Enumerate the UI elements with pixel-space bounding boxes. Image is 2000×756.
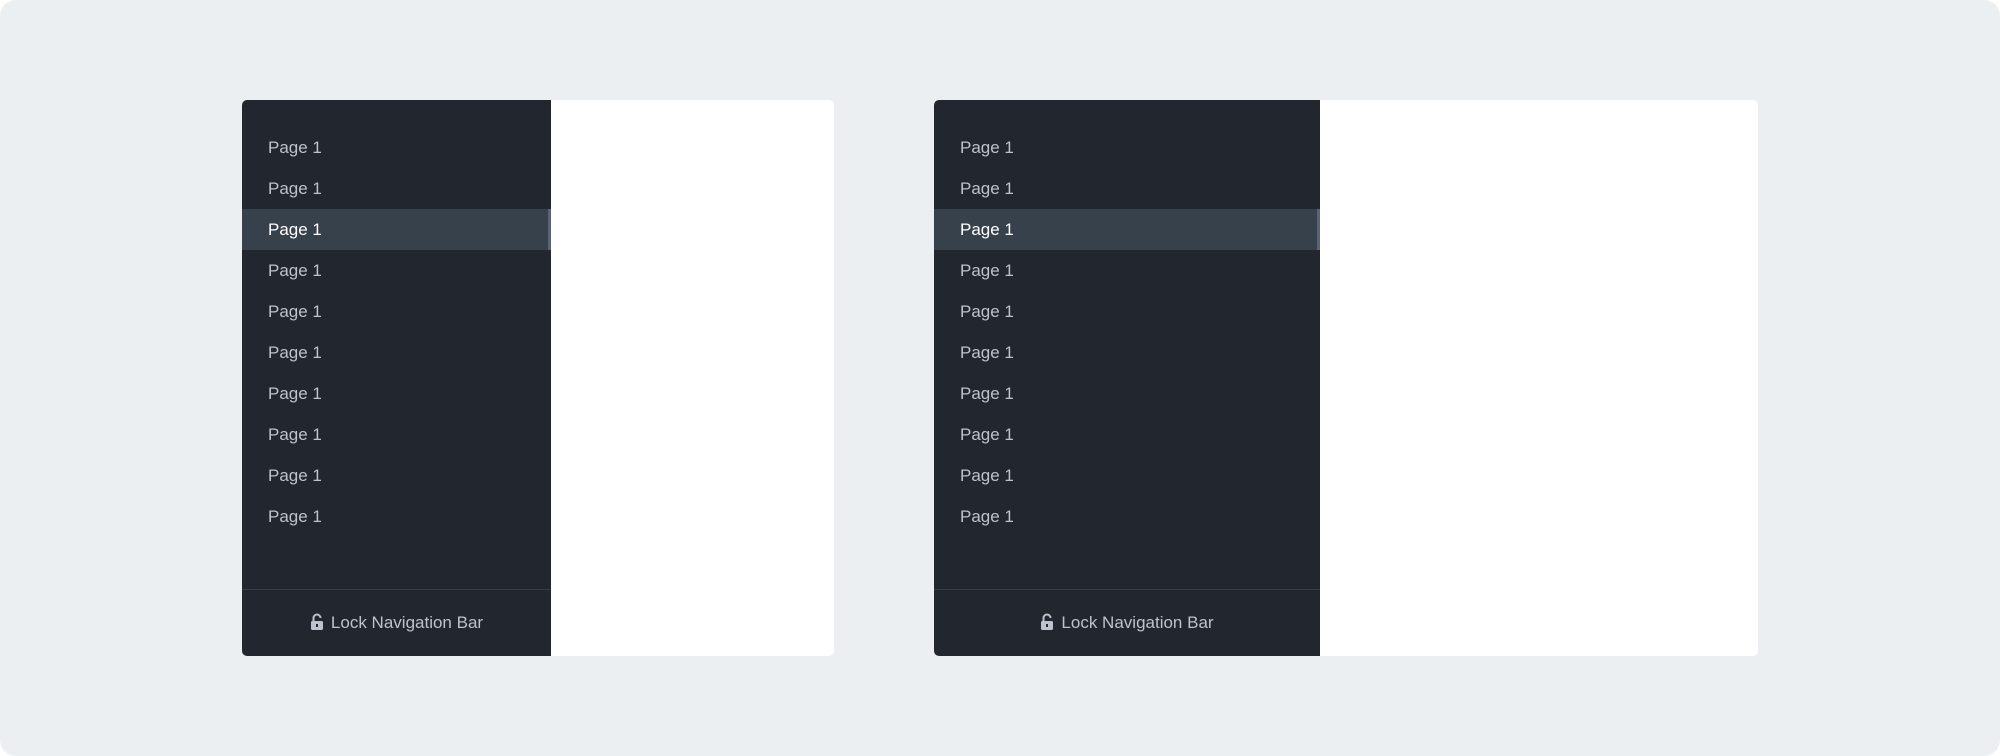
nav-item[interactable]: Page 1 <box>934 455 1320 496</box>
nav-item[interactable]: Page 1 <box>242 127 551 168</box>
unlock-icon <box>310 613 324 631</box>
nav-item[interactable]: Page 1 <box>242 168 551 209</box>
nav-item[interactable]: Page 1 <box>242 250 551 291</box>
nav-item[interactable]: Page 1 <box>934 168 1320 209</box>
lock-navigation-label: Lock Navigation Bar <box>1061 613 1214 632</box>
nav-item[interactable]: Page 1 <box>934 127 1320 168</box>
nav-item[interactable]: Page 1 <box>242 496 551 537</box>
nav-item[interactable]: Page 1 <box>934 496 1320 537</box>
nav-list: Page 1 Page 1 Page 1 Page 1 Page 1 Page … <box>934 127 1320 537</box>
nav-item[interactable]: Page 1 <box>242 414 551 455</box>
nav-item[interactable]: Page 1 <box>242 332 551 373</box>
nav-item-active[interactable]: Page 1 <box>242 209 551 250</box>
navigation-sidebar: Page 1 Page 1 Page 1 Page 1 Page 1 Page … <box>934 100 1320 656</box>
nav-item[interactable]: Page 1 <box>934 332 1320 373</box>
nav-list: Page 1 Page 1 Page 1 Page 1 Page 1 Page … <box>242 127 551 537</box>
nav-item[interactable]: Page 1 <box>934 373 1320 414</box>
lock-navigation-label: Lock Navigation Bar <box>330 613 484 632</box>
unlock-icon <box>1040 613 1054 631</box>
app-frame-wide: Page 1 Page 1 Page 1 Page 1 Page 1 Page … <box>934 100 1758 656</box>
nav-item[interactable]: Page 1 <box>242 455 551 496</box>
nav-item[interactable]: Page 1 <box>934 250 1320 291</box>
nav-item-active[interactable]: Page 1 <box>934 209 1320 250</box>
navigation-sidebar: Page 1 Page 1 Page 1 Page 1 Page 1 Page … <box>242 100 551 656</box>
lock-navigation-button[interactable]: Lock Navigation Bar <box>934 589 1320 656</box>
nav-item[interactable]: Page 1 <box>242 373 551 414</box>
canvas: Page 1 Page 1 Page 1 Page 1 Page 1 Page … <box>0 0 2000 756</box>
nav-item[interactable]: Page 1 <box>934 291 1320 332</box>
lock-navigation-button[interactable]: Lock Navigation Bar <box>242 589 551 656</box>
nav-item[interactable]: Page 1 <box>934 414 1320 455</box>
nav-item[interactable]: Page 1 <box>242 291 551 332</box>
app-frame-narrow: Page 1 Page 1 Page 1 Page 1 Page 1 Page … <box>242 100 834 656</box>
